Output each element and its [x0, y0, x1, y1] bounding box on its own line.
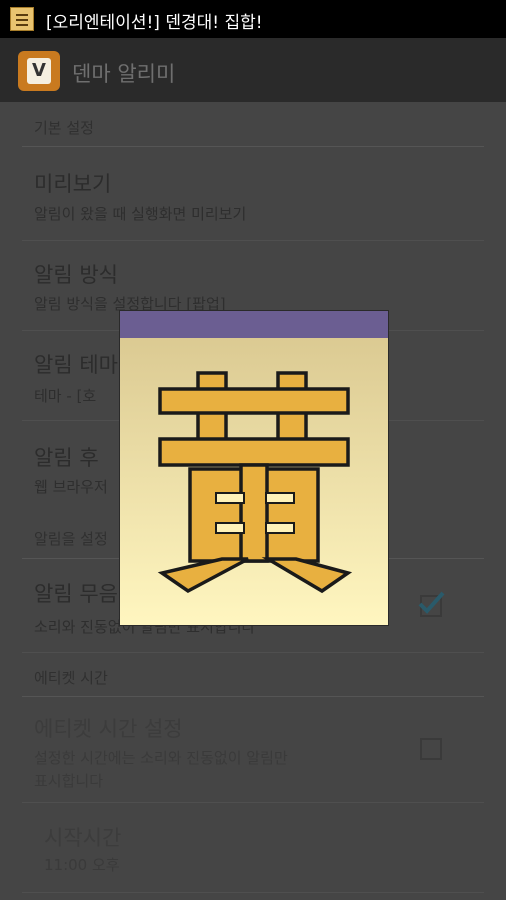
etiquette-checkbox[interactable] [420, 738, 442, 760]
section-divider [22, 146, 484, 147]
glyph-stroke [158, 437, 350, 467]
glyph-window [265, 522, 295, 534]
pref-after-summary: 웹 브라우저 [34, 478, 108, 496]
glyph-strokes [157, 371, 353, 594]
pref-start-summary: 11:00 오후 [44, 856, 120, 874]
checkmark-icon [418, 591, 445, 614]
hanja-hwang-glyph [157, 371, 353, 594]
pref-etiquette-title: 에티켓 시간 설정 [34, 717, 183, 741]
glyph-stroke [261, 557, 353, 594]
pref-preview-summary: 알림이 왔을 때 실행화면 미리보기 [34, 205, 247, 223]
glyph-window [215, 492, 245, 504]
app-icon[interactable]: V [18, 51, 60, 91]
glyph-window [215, 522, 245, 534]
theme-preview-dialog[interactable] [119, 310, 389, 626]
action-bar: V 덴마 알리미 [0, 38, 506, 102]
pref-etiquette-summary-line1: 설정한 시간에는 소리와 진동없이 알림만 [34, 749, 288, 767]
notification-text: [오리엔테이션!] 덴경대! 집합! [46, 13, 263, 33]
pref-theme-title: 알림 테마 [34, 353, 118, 377]
section-header-alert: 알림을 설정 [34, 530, 108, 548]
pref-theme-summary: 테마 - [호 [34, 387, 97, 405]
glyph-stroke [158, 387, 350, 415]
checkmark-path [418, 591, 445, 614]
pref-preview-title: 미리보기 [34, 172, 112, 196]
pref-after-title: 알림 후 [34, 446, 99, 470]
row-divider [22, 240, 484, 241]
pref-method-title: 알림 방식 [34, 263, 118, 287]
glyph-stroke [239, 463, 269, 563]
hanja-notification-icon [10, 7, 34, 31]
section-header-basic: 기본 설정 [34, 119, 94, 137]
pref-etiquette-summary-line2: 표시합니다 [34, 772, 104, 790]
section-divider [22, 696, 484, 697]
row-divider [22, 802, 484, 803]
glyph-window [265, 492, 295, 504]
row-divider [22, 652, 484, 653]
pref-mute-title: 알림 무음 [34, 582, 118, 606]
row-divider [22, 892, 484, 893]
app-icon-letter: V [27, 58, 51, 84]
glyph-stroke [157, 557, 249, 594]
pref-start-title: 시작시간 [44, 826, 122, 850]
app-title: 덴마 알리미 [72, 62, 176, 86]
section-header-etiquette: 에티켓 시간 [34, 669, 108, 687]
status-bar: [오리엔테이션!] 덴경대! 집합! [0, 0, 506, 38]
